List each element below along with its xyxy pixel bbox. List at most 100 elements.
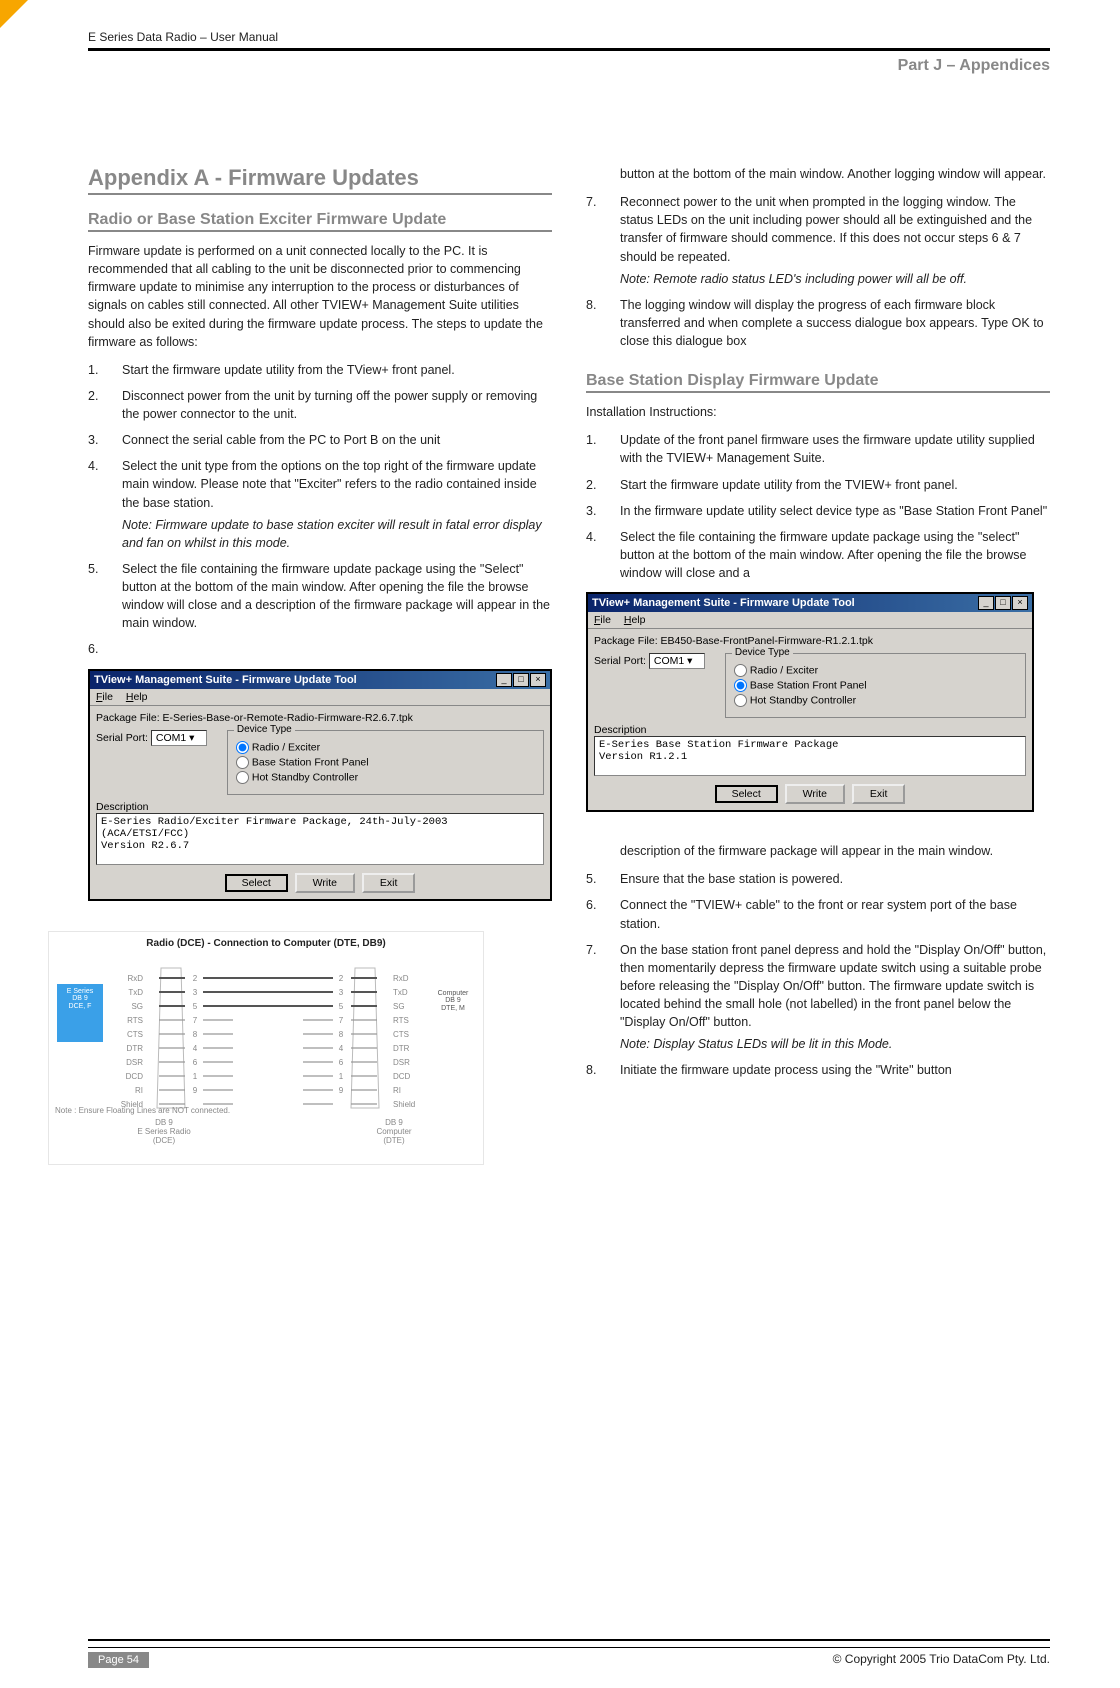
- part-label: Part J – Appendices: [88, 57, 1050, 75]
- step-num: 5.: [586, 870, 620, 888]
- steps-right-b: 1.Update of the front panel firmware use…: [586, 431, 1050, 582]
- exit-button[interactable]: Exit: [362, 873, 416, 893]
- minimize-icon[interactable]: _: [978, 596, 994, 610]
- firmware-tool-screenshot-2: TView+ Management Suite - Firmware Updat…: [586, 592, 1034, 812]
- svg-text:7: 7: [193, 1016, 198, 1025]
- step-num: 5.: [88, 560, 122, 633]
- step-text: Update of the front panel firmware uses …: [620, 431, 1050, 467]
- section-title-left: Radio or Base Station Exciter Firmware U…: [88, 211, 552, 232]
- svg-text:4: 4: [339, 1044, 344, 1053]
- pkg-value: EB450-Base-FrontPanel-Firmware-R1.2.1.tp…: [661, 635, 873, 647]
- left-column: Appendix A - Firmware Updates Radio or B…: [88, 165, 552, 1631]
- step-text: Select the file containing the firmware …: [620, 528, 1050, 582]
- menu-help[interactable]: Help: [126, 691, 148, 703]
- svg-text:4: 4: [193, 1044, 198, 1053]
- serial-label: Serial Port:: [594, 655, 646, 667]
- minimize-icon[interactable]: _: [496, 673, 512, 687]
- step-text: [122, 640, 552, 658]
- svg-text:Shield: Shield: [393, 1100, 415, 1109]
- radio-basefront-option[interactable]: [734, 679, 747, 692]
- svg-text:RI: RI: [393, 1086, 401, 1095]
- svg-text:6: 6: [339, 1058, 344, 1067]
- steps-right-a: 7. Reconnect power to the unit when prom…: [586, 193, 1050, 350]
- radio-exciter-option[interactable]: [734, 664, 747, 677]
- step-num: 4.: [88, 457, 122, 552]
- window-title: TView+ Management Suite - Firmware Updat…: [592, 597, 855, 609]
- exit-button[interactable]: Exit: [852, 784, 906, 804]
- svg-text:2: 2: [339, 974, 344, 983]
- page-footer: Page 54 © Copyright 2005 Trio DataCom Pt…: [88, 1639, 1050, 1668]
- svg-text:3: 3: [339, 988, 344, 997]
- step-text: Start the firmware update utility from t…: [122, 361, 552, 379]
- step-note: Note: Firmware update to base station ex…: [122, 516, 552, 552]
- firmware-tool-screenshot-1: TView+ Management Suite - Firmware Updat…: [88, 669, 552, 901]
- content-columns: Appendix A - Firmware Updates Radio or B…: [88, 165, 1050, 1631]
- step-text: Initiate the firmware update process usi…: [620, 1061, 1050, 1079]
- serial-port-select[interactable]: COM1 ▾: [151, 730, 207, 746]
- svg-text:DSR: DSR: [126, 1058, 143, 1067]
- step-text: Select the file containing the firmware …: [122, 560, 552, 633]
- svg-text:7: 7: [339, 1016, 344, 1025]
- step-num: 1.: [88, 361, 122, 379]
- page-number: Page 54: [88, 1652, 149, 1668]
- menu-file[interactable]: File: [96, 691, 113, 703]
- step-num: 7.: [586, 193, 620, 288]
- cont-step6: button at the bottom of the main window.…: [620, 165, 1050, 183]
- diagram-note: Note : Ensure Floating Lines are NOT con…: [55, 1106, 230, 1115]
- step-text: Select the unit type from the options on…: [122, 459, 537, 509]
- intro-paragraph: Firmware update is performed on a unit c…: [88, 242, 552, 351]
- step-text: The logging window will display the prog…: [620, 296, 1050, 350]
- steps-right-c: 5.Ensure that the base station is powere…: [586, 870, 1050, 1079]
- svg-text:5: 5: [193, 1002, 198, 1011]
- svg-text:RTS: RTS: [127, 1016, 143, 1025]
- pkg-value: E-Series-Base-or-Remote-Radio-Firmware-R…: [163, 712, 413, 724]
- step-num: 3.: [88, 431, 122, 449]
- svg-text:DSR: DSR: [393, 1058, 410, 1067]
- desc-label: Description: [594, 724, 1026, 736]
- window-titlebar: TView+ Management Suite - Firmware Updat…: [588, 594, 1032, 612]
- radio-hotstandby-option[interactable]: [734, 694, 747, 707]
- write-button[interactable]: Write: [785, 784, 845, 804]
- appendix-title: Appendix A - Firmware Updates: [88, 165, 552, 195]
- step-text: Disconnect power from the unit by turnin…: [122, 387, 552, 423]
- pkg-label: Package File:: [594, 635, 658, 647]
- close-icon[interactable]: ×: [530, 673, 546, 687]
- svg-text:RxD: RxD: [393, 974, 409, 983]
- serial-port-select[interactable]: COM1 ▾: [649, 653, 705, 669]
- step-text: In the firmware update utility select de…: [620, 502, 1050, 520]
- section-title-right: Base Station Display Firmware Update: [586, 372, 1050, 393]
- radio-exciter-option[interactable]: [236, 741, 249, 754]
- serial-label: Serial Port:: [96, 732, 148, 744]
- maximize-icon[interactable]: □: [513, 673, 529, 687]
- radio-hotstandby-option[interactable]: [236, 771, 249, 784]
- diagram-db9-right: DB 9 Computer (DTE): [359, 1118, 429, 1146]
- svg-text:SG: SG: [393, 1002, 405, 1011]
- step-text: Ensure that the base station is powered.: [620, 870, 1050, 888]
- svg-text:8: 8: [193, 1030, 198, 1039]
- steps-left: 1.Start the firmware update utility from…: [88, 361, 552, 659]
- svg-text:5: 5: [339, 1002, 344, 1011]
- step-note: Note: Display Status LEDs will be lit in…: [620, 1035, 1050, 1053]
- step-num: 6.: [586, 896, 620, 932]
- step-text: Connect the serial cable from the PC to …: [122, 431, 552, 449]
- desc-label: Description: [96, 801, 544, 813]
- menu-bar: File Help: [588, 612, 1032, 629]
- step-num: 3.: [586, 502, 620, 520]
- write-button[interactable]: Write: [295, 873, 355, 893]
- menu-bar: File Help: [90, 689, 550, 706]
- select-button[interactable]: Select: [225, 874, 288, 892]
- close-icon[interactable]: ×: [1012, 596, 1028, 610]
- radio-basefront-option[interactable]: [236, 756, 249, 769]
- step-text: On the base station front panel depress …: [620, 943, 1046, 1030]
- step-num: 4.: [586, 528, 620, 582]
- page-curl-decoration: [0, 0, 28, 28]
- svg-text:8: 8: [339, 1030, 344, 1039]
- svg-text:9: 9: [339, 1086, 344, 1095]
- step-num: 8.: [586, 1061, 620, 1079]
- menu-help[interactable]: Help: [624, 614, 646, 626]
- menu-file[interactable]: File: [594, 614, 611, 626]
- maximize-icon[interactable]: □: [995, 596, 1011, 610]
- select-button[interactable]: Select: [715, 785, 778, 803]
- diagram-svg: RxD22RxDTxD33TxDSG55SGRTS77RTSCTS88CTSDT…: [103, 960, 433, 1110]
- svg-text:6: 6: [193, 1058, 198, 1067]
